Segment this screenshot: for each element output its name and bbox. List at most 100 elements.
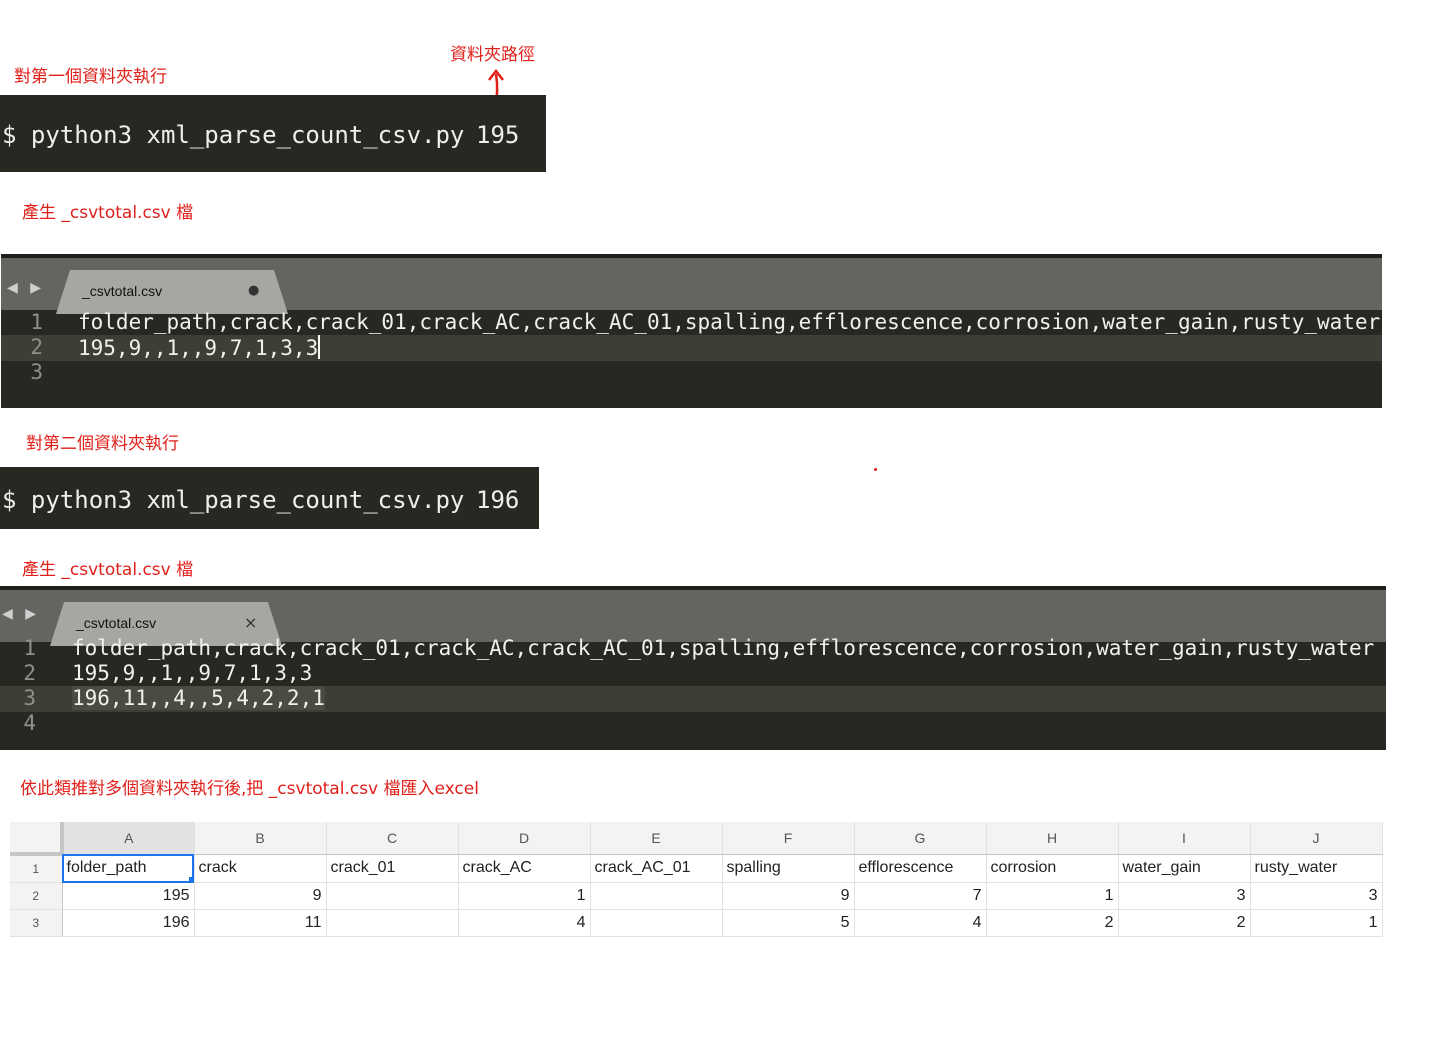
line-number: 4 [23,711,36,735]
cell[interactable]: 1 [458,882,591,910]
code-line: 1 folder_path,crack,crack_01,crack_AC,cr… [1,310,1382,336]
column-header[interactable]: B [194,822,327,855]
text-caret [318,335,321,359]
cell[interactable]: crack_01 [326,854,459,883]
cell[interactable]: 2 [986,909,1119,937]
line-text: 196,11,,4,,5,4,2,2,1 [72,686,325,710]
selected-text: 196,11,,4,,5,4,2,2,1 [72,686,325,710]
cell[interactable]: 2 [1118,909,1251,937]
column-header[interactable]: A [62,822,195,855]
spreadsheet-grid: A B C D E F G H I J 1 folder_path crack … [10,822,1383,937]
line-text-content: 195,9,,1,,9,7,1,3,3 [78,336,319,360]
terminal-folder-arg: 195 [476,121,520,149]
line-number: 1 [30,310,43,334]
fill-handle[interactable] [188,877,193,882]
stray-dot [874,468,877,471]
note-final: 依此類推對多個資料夾執行後,把 _csvtotal.csv 檔匯入excel [20,779,479,799]
row-header[interactable]: 3 [10,909,63,937]
cell[interactable]: 5 [722,909,855,937]
tab-filename: _csvtotal.csv [82,283,163,299]
cell[interactable]: 196 [62,909,195,937]
cell[interactable]: 7 [854,882,987,910]
editor-code-area[interactable]: 1 folder_path,crack,crack_01,crack_AC,cr… [0,636,1386,750]
column-header[interactable]: C [326,822,459,855]
unsaved-dot-icon[interactable]: ● [248,283,259,298]
line-text: 195,9,,1,,9,7,1,3,3 [78,335,321,360]
line-text: folder_path,crack,crack_01,crack_AC,crac… [72,636,1375,660]
cell[interactable]: rusty_water [1250,854,1383,883]
column-header[interactable]: J [1250,822,1383,855]
cell[interactable]: 3 [1250,882,1383,910]
column-header[interactable]: I [1118,822,1251,855]
column-header[interactable]: H [986,822,1119,855]
cell[interactable]: 9 [194,882,327,910]
cell[interactable]: 4 [854,909,987,937]
cell[interactable]: 195 [62,882,195,910]
cell[interactable] [326,882,459,910]
terminal-command-text: $ python3 xml_parse_count_csv.py [2,486,465,514]
select-all-corner[interactable] [10,822,64,856]
line-number: 2 [23,661,36,685]
code-line-current: 3 196,11,,4,,5,4,2,2,1 [0,686,1386,712]
tab-filename: _csvtotal.csv [76,615,157,631]
cell[interactable]: water_gain [1118,854,1251,883]
column-header[interactable]: E [590,822,723,855]
code-line: 1 folder_path,crack,crack_01,crack_AC,cr… [0,636,1386,662]
spreadsheet: A B C D E F G H I J 1 folder_path crack … [10,822,1390,940]
cell[interactable]: efflorescence [854,854,987,883]
line-number: 3 [30,360,43,384]
note-step1: 對第一個資料夾執行 [14,67,167,87]
terminal-command-1: $ python3 xml_parse_count_csv.py 195 [0,95,546,172]
table-row: 1 folder_path crack crack_01 crack_AC cr… [10,854,1383,883]
cell-selected[interactable]: folder_path [62,854,195,883]
editor-tabbar: ◀ ▶ _csvtotal.csv × [0,590,1386,646]
nav-arrows-icon[interactable]: ◀ ▶ [2,606,40,622]
note-step2: 對第二個資料夾執行 [26,434,179,454]
editor-tab[interactable]: _csvtotal.csv ● [56,270,288,314]
cell[interactable]: 9 [722,882,855,910]
line-text: folder_path,crack,crack_01,crack_AC,crac… [78,310,1381,334]
cell[interactable]: 4 [458,909,591,937]
cell[interactable]: spalling [722,854,855,883]
cell[interactable] [590,882,723,910]
cell-text: folder_path [66,859,147,877]
editor-tabbar: ◀ ▶ _csvtotal.csv ● [1,258,1382,314]
code-line: 4 [0,711,1386,737]
cell[interactable]: 1 [1250,909,1383,937]
line-text: 195,9,,1,,9,7,1,3,3 [72,661,313,685]
note-produce-1: 產生 _csvtotal.csv 檔 [22,203,194,223]
row-header[interactable]: 1 [10,854,63,883]
nav-arrows-icon[interactable]: ◀ ▶ [7,280,45,296]
cell[interactable]: crack_AC_01 [590,854,723,883]
cell[interactable]: 3 [1118,882,1251,910]
cell[interactable] [590,909,723,937]
cell[interactable]: 1 [986,882,1119,910]
code-line: 3 [1,360,1382,386]
close-tab-icon[interactable]: × [244,613,257,632]
line-number: 2 [30,335,43,359]
editor-window-1: ◀ ▶ _csvtotal.csv ● 1 folder_path,crack,… [1,254,1382,408]
column-header[interactable]: F [722,822,855,855]
terminal-command-text: $ python3 xml_parse_count_csv.py [2,121,465,149]
terminal-command-2: $ python3 xml_parse_count_csv.py 196 [0,467,539,529]
editor-window-2: ◀ ▶ _csvtotal.csv × 1 folder_path,crack,… [0,586,1386,750]
editor-code-area[interactable]: 1 folder_path,crack,crack_01,crack_AC,cr… [1,310,1382,408]
code-line: 2 195,9,,1,,9,7,1,3,3 [0,661,1386,687]
note-produce-2: 產生 _csvtotal.csv 檔 [22,560,194,580]
column-header[interactable]: D [458,822,591,855]
column-header-row: A B C D E F G H I J [10,822,1383,856]
cell[interactable]: corrosion [986,854,1119,883]
terminal-folder-arg: 196 [476,486,520,514]
table-row: 2 195 9 1 9 7 1 3 3 [10,882,1383,910]
column-header[interactable]: G [854,822,987,855]
cell[interactable] [326,909,459,937]
line-number: 3 [23,686,36,710]
row-header[interactable]: 2 [10,882,63,910]
cell[interactable]: 11 [194,909,327,937]
table-row: 3 196 11 4 5 4 2 2 1 [10,909,1383,937]
cell[interactable]: crack [194,854,327,883]
note-folder-path: 資料夾路徑 [450,45,535,65]
code-line-current: 2 195,9,,1,,9,7,1,3,3 [1,335,1382,361]
cell[interactable]: crack_AC [458,854,591,883]
line-number: 1 [23,636,36,660]
